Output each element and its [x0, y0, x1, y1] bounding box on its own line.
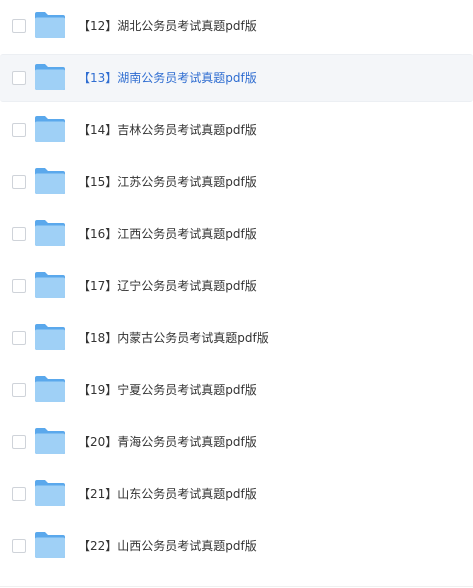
file-row[interactable]: 【18】内蒙古公务员考试真题pdf版 [0, 314, 473, 362]
row-checkbox[interactable] [12, 383, 26, 397]
row-checkbox[interactable] [12, 279, 26, 293]
row-checkbox[interactable] [12, 227, 26, 241]
file-row[interactable]: 【21】山东公务员考试真题pdf版 [0, 470, 473, 518]
row-checkbox[interactable] [12, 19, 26, 33]
file-row[interactable]: 【22】山西公务员考试真题pdf版 [0, 522, 473, 570]
row-checkbox[interactable] [12, 175, 26, 189]
folder-icon [35, 428, 65, 454]
file-row[interactable]: 【13】湖南公务员考试真题pdf版 [0, 54, 473, 102]
file-name[interactable]: 【15】江苏公务员考试真题pdf版 [78, 173, 257, 191]
folder-icon [35, 376, 65, 402]
file-name[interactable]: 【16】江西公务员考试真题pdf版 [78, 225, 257, 243]
row-checkbox[interactable] [12, 435, 26, 449]
row-checkbox[interactable] [12, 123, 26, 137]
file-row[interactable]: 【14】吉林公务员考试真题pdf版 [0, 106, 473, 154]
file-name[interactable]: 【20】青海公务员考试真题pdf版 [78, 433, 257, 451]
file-row[interactable]: 【16】江西公务员考试真题pdf版 [0, 210, 473, 258]
file-name[interactable]: 【18】内蒙古公务员考试真题pdf版 [78, 329, 269, 347]
folder-icon [35, 12, 65, 38]
file-row[interactable]: 【20】青海公务员考试真题pdf版 [0, 418, 473, 466]
file-name[interactable]: 【19】宁夏公务员考试真题pdf版 [78, 381, 257, 399]
folder-icon [35, 532, 65, 558]
file-row[interactable]: 【12】湖北公务员考试真题pdf版 [0, 2, 473, 50]
row-checkbox[interactable] [12, 331, 26, 345]
row-checkbox[interactable] [12, 487, 26, 501]
file-list: 【12】湖北公务员考试真题pdf版 【13】湖南公务员考试真题pdf版 【14】… [0, 0, 473, 588]
file-name[interactable]: 【14】吉林公务员考试真题pdf版 [78, 121, 257, 139]
list-divider [0, 586, 473, 587]
file-row[interactable]: 【15】江苏公务员考试真题pdf版 [0, 158, 473, 206]
row-checkbox[interactable] [12, 71, 26, 85]
folder-icon [35, 116, 65, 142]
file-name[interactable]: 【22】山西公务员考试真题pdf版 [78, 537, 257, 555]
folder-icon [35, 480, 65, 506]
folder-icon [35, 272, 65, 298]
file-name[interactable]: 【12】湖北公务员考试真题pdf版 [78, 17, 257, 35]
file-row[interactable]: 【19】宁夏公务员考试真题pdf版 [0, 366, 473, 414]
folder-icon [35, 220, 65, 246]
row-checkbox[interactable] [12, 539, 26, 553]
folder-icon [35, 64, 65, 90]
file-name[interactable]: 【13】湖南公务员考试真题pdf版 [78, 69, 257, 87]
file-name[interactable]: 【21】山东公务员考试真题pdf版 [78, 485, 257, 503]
file-row[interactable]: 【17】辽宁公务员考试真题pdf版 [0, 262, 473, 310]
folder-icon [35, 168, 65, 194]
folder-icon [35, 324, 65, 350]
file-name[interactable]: 【17】辽宁公务员考试真题pdf版 [78, 277, 257, 295]
